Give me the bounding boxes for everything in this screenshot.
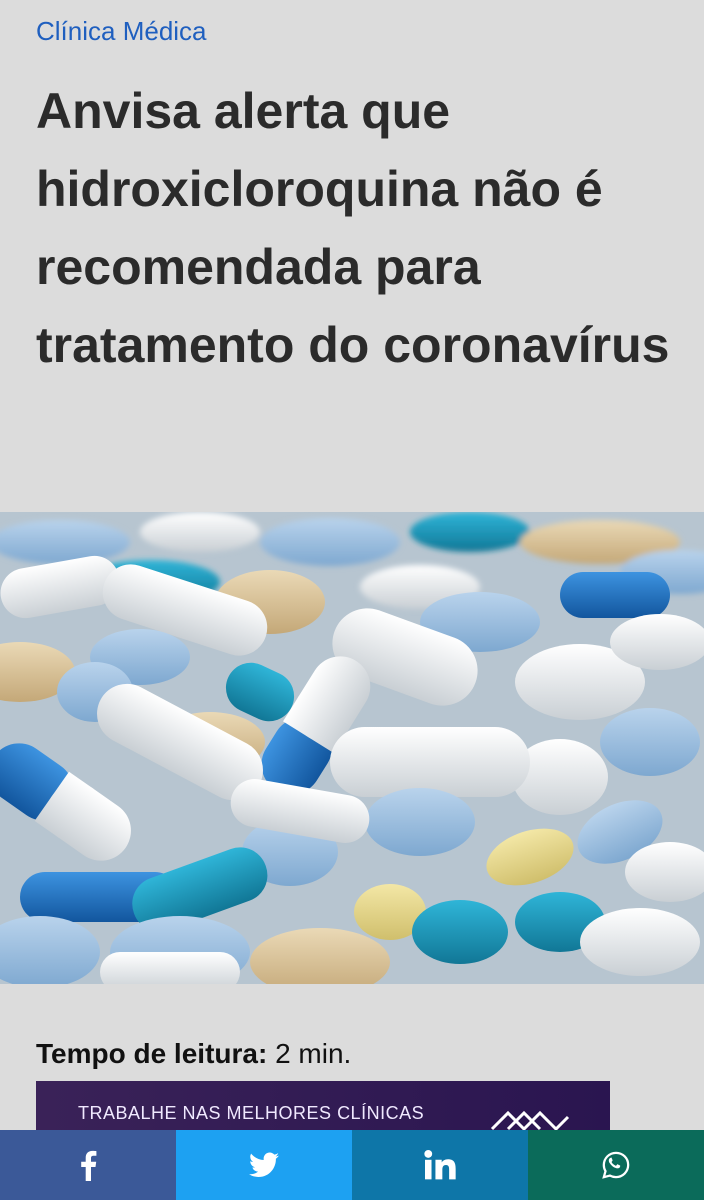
linkedin-share-button[interactable] xyxy=(352,1130,528,1200)
whatsapp-icon xyxy=(602,1151,630,1179)
reading-time-label: Tempo de leitura: xyxy=(36,1038,268,1069)
ad-banner-text: TRABALHE NAS MELHORES CLÍNICAS xyxy=(78,1103,425,1123)
twitter-share-button[interactable] xyxy=(176,1130,352,1200)
linkedin-icon xyxy=(424,1150,456,1180)
share-bar xyxy=(0,1130,704,1200)
reading-time: Tempo de leitura: 2 min. xyxy=(36,1038,351,1070)
hero-image xyxy=(0,512,704,984)
facebook-icon xyxy=(81,1150,97,1181)
pills-photo xyxy=(0,512,704,984)
twitter-icon xyxy=(249,1152,279,1177)
category-link[interactable]: Clínica Médica xyxy=(36,16,207,47)
page-title: Anvisa alerta que hidroxicloroquina não … xyxy=(36,83,670,373)
whatsapp-share-button[interactable] xyxy=(528,1130,704,1200)
facebook-share-button[interactable] xyxy=(0,1130,176,1200)
reading-time-value: 2 min. xyxy=(267,1038,352,1069)
